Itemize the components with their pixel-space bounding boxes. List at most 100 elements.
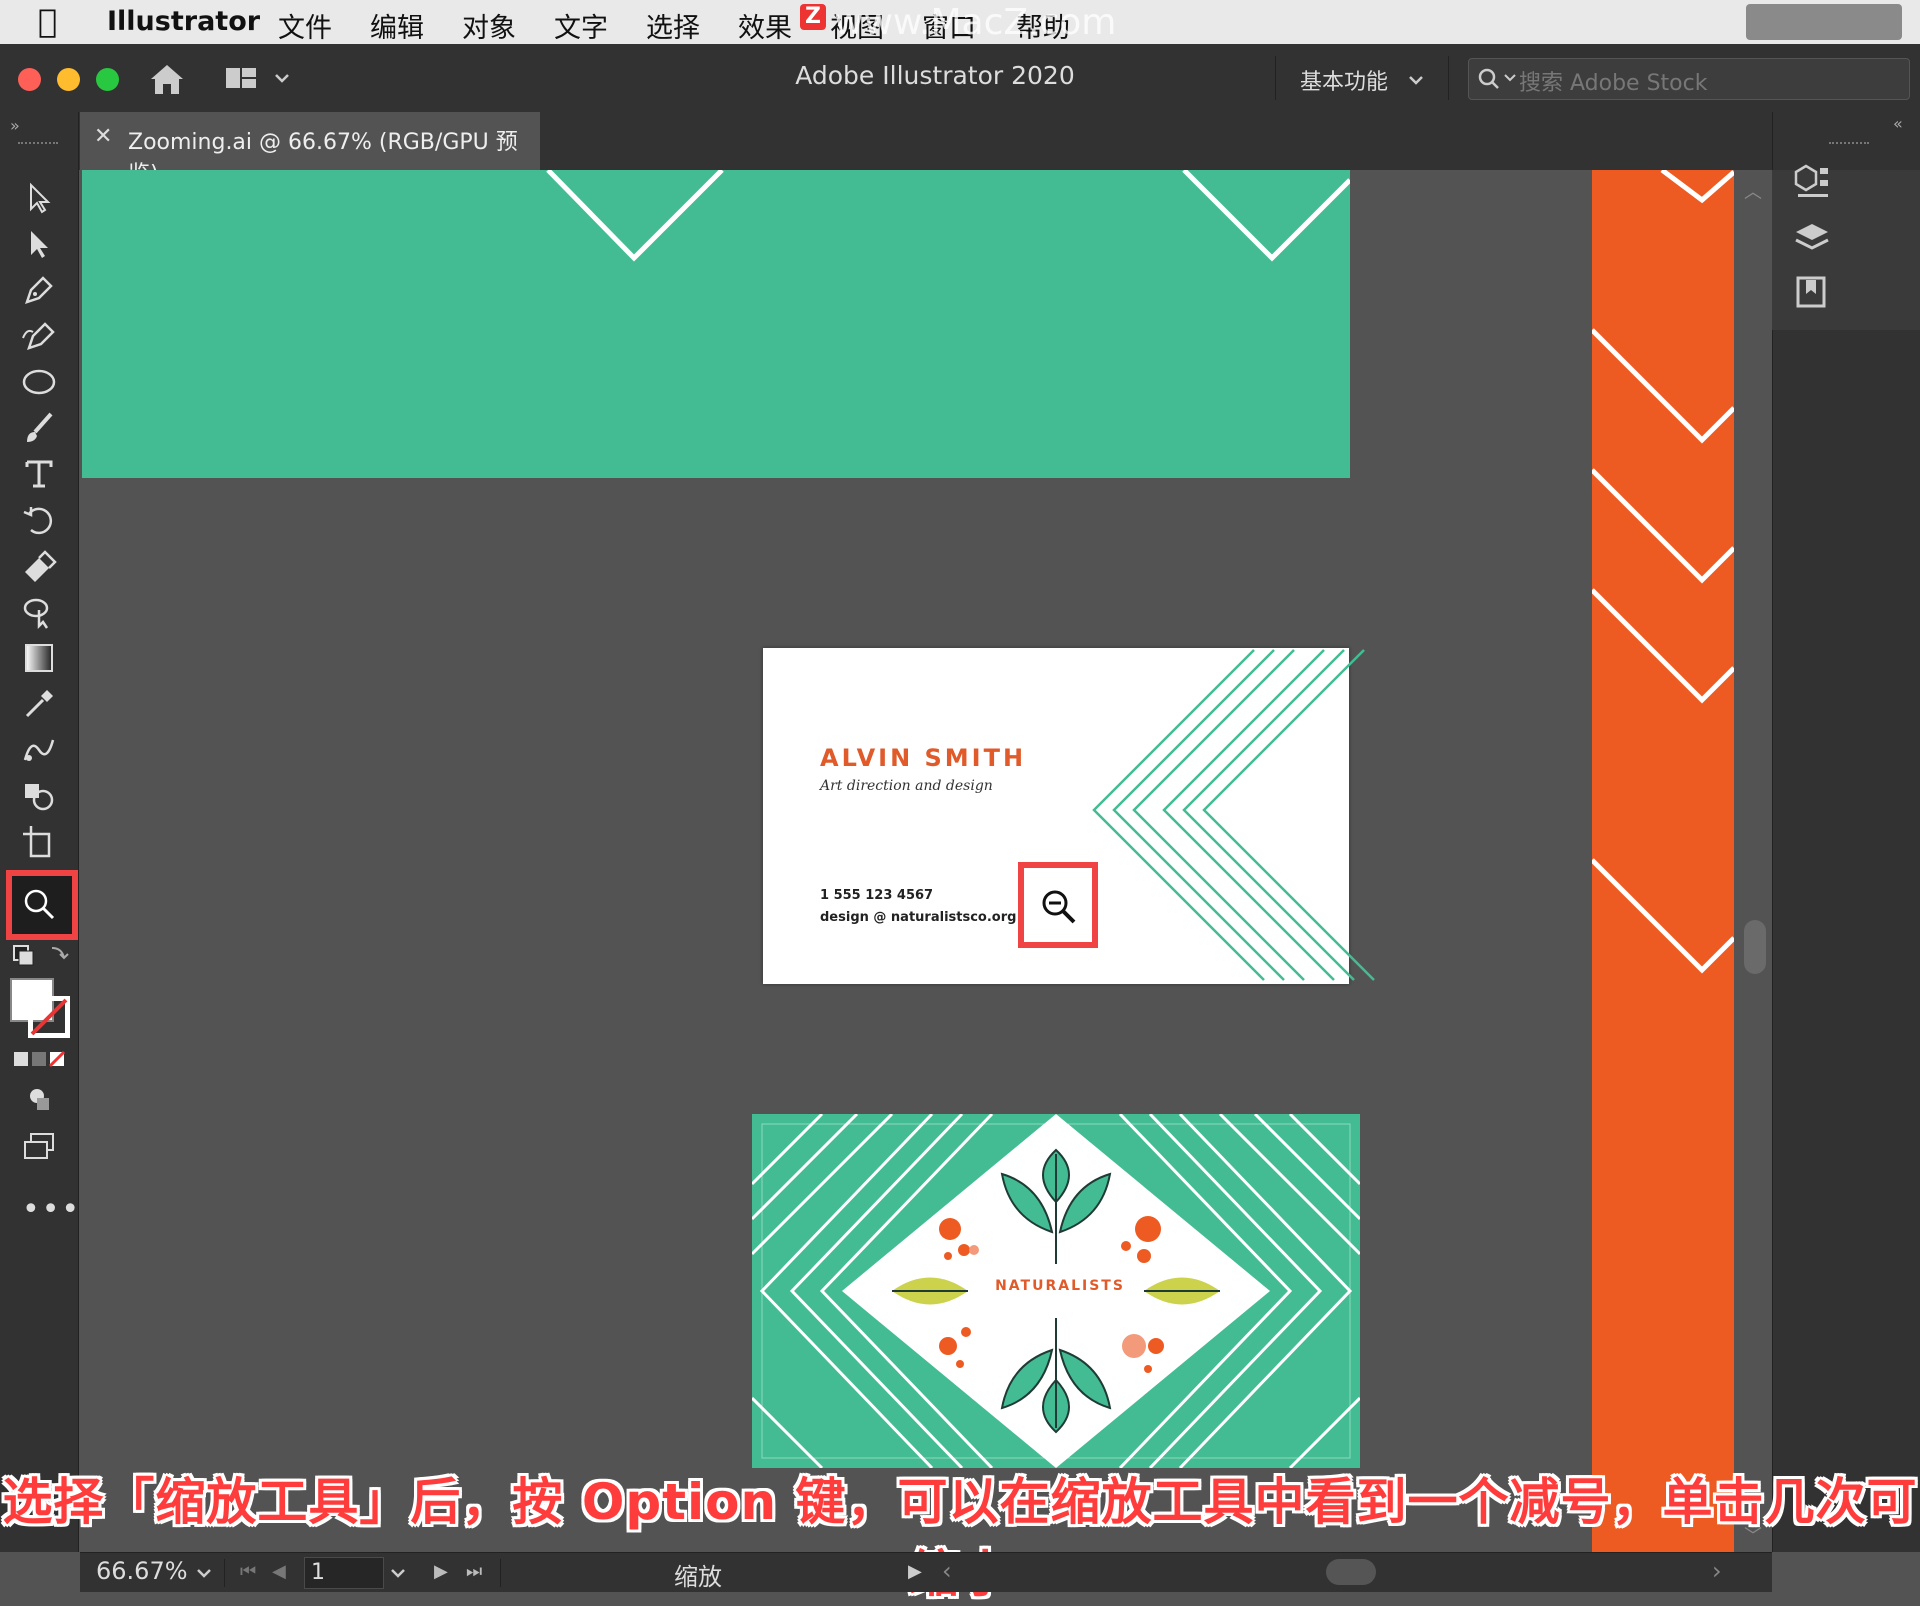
workspace-chevron-icon[interactable] bbox=[1408, 74, 1424, 86]
selection-tool[interactable] bbox=[16, 178, 62, 218]
blend-icon bbox=[23, 739, 55, 761]
vertical-scrollbar-thumb[interactable] bbox=[1744, 920, 1766, 974]
zoom-icon bbox=[24, 889, 55, 920]
layers-panel-icon[interactable] bbox=[1792, 218, 1832, 258]
pen-tool[interactable] bbox=[16, 270, 62, 310]
last-artboard-icon[interactable]: ⏭ bbox=[466, 1561, 482, 1582]
business-card-chevron-lines bbox=[1092, 649, 1375, 981]
shape-builder-icon bbox=[25, 784, 54, 811]
blend-tool[interactable] bbox=[16, 730, 62, 770]
divider bbox=[224, 1559, 225, 1587]
banner-chevrons bbox=[546, 170, 1350, 262]
strip-chevrons bbox=[1592, 170, 1734, 974]
puppet-warp-icon bbox=[23, 598, 49, 630]
card-subtitle: Art direction and design bbox=[820, 778, 993, 794]
screen-mode-tool[interactable] bbox=[16, 1126, 62, 1166]
shape-builder-tool[interactable] bbox=[16, 776, 62, 816]
ellipse-tool[interactable] bbox=[16, 362, 62, 402]
zoom-tool[interactable] bbox=[16, 884, 62, 924]
workspace-label: 基本功能 bbox=[1300, 70, 1389, 95]
divider bbox=[1448, 56, 1449, 100]
rotate-icon bbox=[23, 507, 52, 535]
search-placeholder: 搜索 Adobe Stock bbox=[1519, 71, 1708, 96]
status-menu-arrow-icon[interactable]: ▶ bbox=[908, 1561, 922, 1582]
artboard-icon bbox=[23, 826, 51, 858]
status-bar: 66.67% ⏮ ◀ 1 ▶ ⏭ 缩放 ▶ ‹ › bbox=[80, 1552, 1772, 1592]
type-tool[interactable] bbox=[16, 454, 62, 494]
direct-selection-arrow-icon bbox=[31, 231, 48, 258]
draw-mode-tool[interactable] bbox=[16, 1080, 62, 1120]
horizontal-scrollbar-thumb[interactable] bbox=[1326, 1559, 1376, 1585]
selection-arrow-icon bbox=[30, 182, 51, 214]
current-tool-label: 缩放 bbox=[674, 1563, 722, 1591]
gradient-tool[interactable] bbox=[16, 638, 62, 678]
pen-icon bbox=[25, 276, 53, 304]
paintbrush-icon bbox=[27, 412, 53, 442]
card-phone: 1 555 123 4567 bbox=[820, 888, 934, 903]
eyedropper-tool[interactable] bbox=[16, 684, 62, 724]
stock-search-input[interactable]: 搜索 Adobe Stock bbox=[1468, 58, 1910, 100]
stroke-swatch[interactable] bbox=[28, 996, 70, 1038]
libraries-panel-icon[interactable] bbox=[1792, 272, 1832, 312]
expand-panel-icon[interactable]: » bbox=[10, 116, 20, 135]
close-tab-icon[interactable]: ✕ bbox=[94, 124, 112, 149]
ellipse-icon bbox=[22, 369, 56, 395]
collapse-panel-icon[interactable]: « bbox=[1893, 114, 1903, 133]
artboard-number-input[interactable]: 1 bbox=[304, 1557, 384, 1589]
watermark-text: www.MacZ.com bbox=[834, 2, 1117, 43]
zoom-level[interactable]: 66.67% bbox=[96, 1557, 188, 1585]
eraser-tool[interactable] bbox=[16, 546, 62, 586]
workspace-switcher[interactable]: 基本功能 bbox=[1300, 64, 1388, 96]
apple-icon[interactable]:  bbox=[38, 2, 57, 40]
divider bbox=[1275, 56, 1276, 100]
gradient-icon bbox=[25, 644, 53, 672]
watermark-logo-icon: Z bbox=[800, 4, 826, 30]
card-name: ALVIN SMITH bbox=[820, 744, 1027, 772]
rotate-tool[interactable] bbox=[16, 500, 62, 540]
eyedropper-icon bbox=[25, 690, 53, 718]
logo-brand-text: NATURALISTS bbox=[995, 1278, 1125, 1294]
panel-grip bbox=[18, 142, 58, 148]
canvas[interactable]: ︿ ﹀ ALVIN SMITH Art direction and design… bbox=[80, 170, 1772, 1552]
menu-select[interactable]: 选择 bbox=[646, 6, 700, 45]
menu-bar:  Illustrator 文件 编辑 对象 文字 选择 效果 视图 窗口 帮助… bbox=[0, 0, 1920, 44]
type-icon bbox=[25, 460, 53, 488]
scroll-right-icon[interactable]: › bbox=[1712, 1557, 1722, 1585]
search-icon bbox=[1478, 68, 1516, 89]
zoom-out-cursor-icon bbox=[1042, 890, 1076, 924]
card-email: design @ naturalistsco.org bbox=[820, 910, 1017, 925]
instruction-caption: 选择「缩放工具」后，按 Option 键，可以在缩放工具中看到一个减号，单击几次… bbox=[2, 1473, 1918, 1603]
menu-file[interactable]: 文件 bbox=[278, 6, 332, 45]
menu-extras bbox=[1746, 4, 1902, 40]
menu-edit[interactable]: 编辑 bbox=[370, 6, 424, 45]
color-mode-icons[interactable] bbox=[12, 1048, 68, 1070]
zoom-out-cursor-highlight bbox=[1018, 862, 1098, 948]
artboard-tool[interactable] bbox=[16, 822, 62, 862]
artboard-dropdown-chevron-icon[interactable] bbox=[390, 1567, 406, 1579]
previous-artboard-icon[interactable]: ◀ bbox=[272, 1561, 286, 1582]
draw-mode-icon bbox=[30, 1089, 49, 1110]
panel-grip bbox=[1829, 142, 1869, 148]
default-colors-icon[interactable] bbox=[12, 944, 72, 968]
menu-effect[interactable]: 效果 bbox=[738, 6, 792, 45]
app-menu[interactable]: Illustrator bbox=[107, 6, 260, 37]
divider bbox=[500, 1559, 501, 1587]
document-tab[interactable]: ✕ Zooming.ai @ 66.67% (RGB/GPU 预览) bbox=[80, 112, 540, 187]
screen-mode-icon bbox=[24, 1133, 54, 1159]
zoom-dropdown-chevron-icon[interactable] bbox=[196, 1567, 212, 1579]
properties-panel-icon[interactable] bbox=[1792, 162, 1832, 202]
more-tools-icon[interactable]: ••• bbox=[22, 1192, 81, 1227]
curvature-tool[interactable] bbox=[16, 316, 62, 356]
direct-selection-tool[interactable] bbox=[16, 224, 62, 264]
scroll-left-icon[interactable]: ‹ bbox=[942, 1557, 952, 1585]
scroll-up-icon[interactable]: ︿ bbox=[1744, 178, 1762, 204]
curvature-pen-icon bbox=[22, 322, 55, 350]
puppet-warp-tool[interactable] bbox=[16, 592, 62, 632]
eraser-icon bbox=[25, 550, 57, 582]
first-artboard-icon[interactable]: ⏮ bbox=[240, 1561, 256, 1582]
menu-type[interactable]: 文字 bbox=[554, 6, 608, 45]
next-artboard-icon[interactable]: ▶ bbox=[434, 1561, 448, 1582]
artboard-number: 1 bbox=[311, 1560, 325, 1585]
paintbrush-tool[interactable] bbox=[16, 408, 62, 448]
menu-object[interactable]: 对象 bbox=[462, 6, 516, 45]
